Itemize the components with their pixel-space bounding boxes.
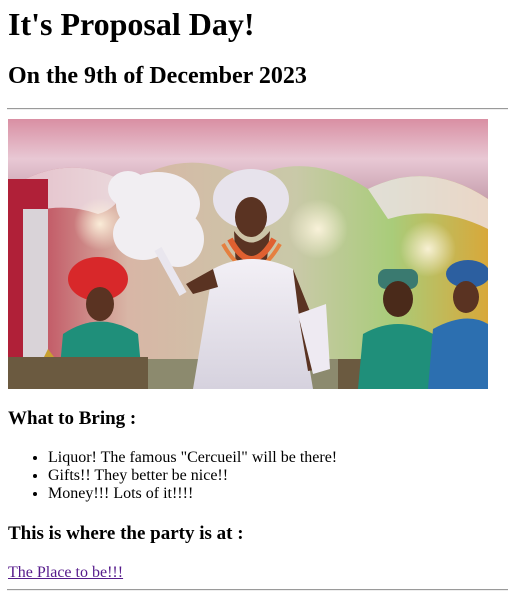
event-date: On the 9th of December 2023 [8, 63, 307, 89]
celebration-photo [8, 119, 488, 389]
page: It's Proposal Day! On the 9th of Decembe… [0, 0, 515, 591]
list-item: Liquor! The famous "Cercueil" will be th… [48, 449, 507, 467]
bring-list: Liquor! The famous "Cercueil" will be th… [8, 449, 507, 503]
page-title: It's Proposal Day! [8, 6, 255, 42]
party-heading: This is where the party is at : [8, 523, 244, 544]
list-item: Money!!! Lots of it!!!! [48, 485, 507, 503]
divider-top [7, 108, 508, 110]
place-link[interactable]: The Place to be!!! [8, 564, 123, 582]
divider-bottom [7, 589, 508, 591]
list-item: Gifts!! They better be nice!! [48, 467, 507, 485]
bring-heading: What to Bring : [8, 408, 137, 429]
